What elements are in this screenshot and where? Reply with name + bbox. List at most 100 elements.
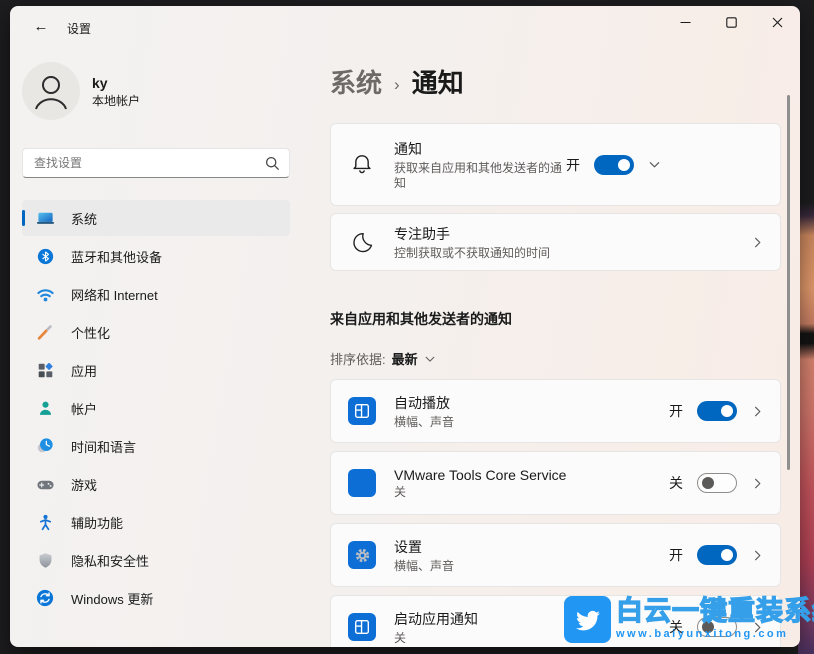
sidebar-item-apps[interactable]: 应用 (22, 352, 290, 388)
vmware-toggle[interactable] (697, 473, 737, 493)
sidebar-item-bluetooth[interactable]: 蓝牙和其他设备 (22, 238, 290, 274)
personalization-brush-icon (35, 322, 55, 342)
sidebar-item-privacy[interactable]: 隐私和安全性 (22, 542, 290, 578)
minimize-icon (680, 17, 691, 28)
toggle-state-label: 开 (566, 155, 580, 175)
sidebar-item-label: 系统 (71, 209, 97, 228)
scrollbar-thumb[interactable] (787, 95, 790, 470)
sidebar-item-label: 蓝牙和其他设备 (71, 247, 162, 266)
sidebar-item-network[interactable]: 网络和 Internet (22, 276, 290, 312)
sidebar-item-label: 辅助功能 (71, 513, 123, 532)
settings-window: ← 设置 ky 本地帐户 (10, 6, 800, 647)
breadcrumb-separator: › (394, 75, 400, 95)
breadcrumb: 系统 › 通知 (330, 63, 781, 100)
app-subtitle: 关 (394, 485, 669, 500)
sort-label: 排序依据: (330, 349, 386, 368)
sidebar-item-accessibility[interactable]: 辅助功能 (22, 504, 290, 540)
sidebar-item-label: 隐私和安全性 (71, 551, 149, 570)
maximize-button[interactable] (708, 6, 754, 39)
sidebar-item-label: 时间和语言 (71, 437, 136, 456)
bell-icon (347, 152, 377, 178)
card-title: 专注助手 (394, 224, 751, 244)
chevron-right-icon (751, 405, 764, 418)
vmware-app-icon (348, 469, 376, 497)
app-subtitle: 横幅、声音 (394, 559, 669, 574)
sidebar-item-system[interactable]: 系统 (22, 200, 290, 236)
autoplay-app-icon (348, 397, 376, 425)
sidebar-item-personalization[interactable]: 个性化 (22, 314, 290, 350)
minimize-button[interactable] (662, 6, 708, 39)
settings-notifications-toggle[interactable] (697, 545, 737, 565)
sidebar-item-label: 帐户 (71, 399, 97, 418)
back-button[interactable]: ← (24, 12, 58, 40)
toggle-state-label: 开 (669, 401, 683, 421)
maximize-icon (726, 17, 737, 28)
avatar (22, 62, 80, 120)
app-subtitle: 横幅、声音 (394, 415, 669, 430)
sidebar-item-label: 网络和 Internet (71, 285, 158, 304)
card-subtitle: 控制获取或不获取通知的时间 (394, 246, 751, 261)
watermark-url: www.baiyunxitong.com (616, 628, 814, 640)
startup-app-icon (348, 613, 376, 641)
sort-dropdown[interactable]: 排序依据: 最新 (330, 349, 781, 368)
breadcrumb-system[interactable]: 系统 (330, 63, 382, 100)
app-title: 自动播放 (394, 393, 669, 413)
user-name: ky (92, 74, 140, 92)
chevron-right-icon (751, 477, 764, 490)
autoplay-toggle[interactable] (697, 401, 737, 421)
toggle-state-label: 关 (669, 473, 683, 493)
sort-value: 最新 (392, 349, 418, 368)
sidebar-item-time-language[interactable]: 时间和语言 (22, 428, 290, 464)
user-account[interactable]: ky 本地帐户 (22, 62, 140, 120)
accounts-person-icon (35, 398, 55, 418)
sidebar-nav: 系统 蓝牙和其他设备 网络和 Internet (10, 198, 330, 618)
system-monitor-icon (35, 208, 55, 228)
desktop-wallpaper-strip (798, 0, 814, 654)
toggle-state-label: 开 (669, 545, 683, 565)
main-content: 系统 › 通知 通知 获取来自应用和其他发送者的通知 开 (330, 46, 781, 647)
accessibility-icon (35, 512, 55, 532)
search-box (22, 148, 290, 178)
wifi-icon (35, 284, 55, 304)
focus-assist-card[interactable]: 专注助手 控制获取或不获取通知的时间 (330, 213, 781, 271)
notifications-card[interactable]: 通知 获取来自应用和其他发送者的通知 开 (330, 123, 781, 206)
windows-update-icon (35, 588, 55, 608)
search-input[interactable] (23, 149, 289, 177)
back-arrow-icon: ← (34, 18, 49, 35)
card-title: 通知 (394, 139, 566, 159)
search-icon[interactable] (265, 156, 280, 171)
sidebar-item-label: Windows 更新 (71, 589, 153, 608)
gaming-gamepad-icon (35, 474, 55, 494)
apps-icon (35, 360, 55, 380)
app-row-vmware[interactable]: VMware Tools Core Service 关 关 (330, 451, 781, 515)
bluetooth-icon (35, 246, 55, 266)
settings-app-icon (348, 541, 376, 569)
time-language-clock-icon (35, 436, 55, 456)
chevron-down-icon[interactable] (648, 158, 661, 171)
chevron-right-icon (751, 236, 764, 249)
app-title: VMware Tools Core Service (394, 467, 669, 483)
sidebar-item-label: 游戏 (71, 475, 97, 494)
window-title: 设置 (67, 20, 91, 37)
chevron-right-icon (751, 549, 764, 562)
sidebar-item-label: 个性化 (71, 323, 110, 342)
watermark: 白云一键重装系统 www.baiyunxitong.com (564, 596, 814, 643)
page-title: 通知 (412, 63, 464, 100)
section-heading: 来自应用和其他发送者的通知 (330, 309, 781, 329)
card-subtitle: 获取来自应用和其他发送者的通知 (394, 161, 566, 191)
sidebar-item-gaming[interactable]: 游戏 (22, 466, 290, 502)
app-row-settings[interactable]: 设置 横幅、声音 开 (330, 523, 781, 587)
moon-icon (347, 230, 377, 255)
notifications-toggle[interactable] (594, 155, 634, 175)
person-icon (22, 62, 80, 120)
sidebar: ky 本地帐户 系统 (10, 46, 330, 647)
app-title: 设置 (394, 537, 669, 557)
watermark-text: 白云一键重装系统 (616, 596, 814, 626)
close-icon (772, 17, 783, 28)
user-type: 本地帐户 (92, 92, 140, 109)
sidebar-item-accounts[interactable]: 帐户 (22, 390, 290, 426)
sidebar-item-windows-update[interactable]: Windows 更新 (22, 580, 290, 616)
chevron-down-icon (424, 353, 436, 365)
close-button[interactable] (754, 6, 800, 39)
app-row-autoplay[interactable]: 自动播放 横幅、声音 开 (330, 379, 781, 443)
